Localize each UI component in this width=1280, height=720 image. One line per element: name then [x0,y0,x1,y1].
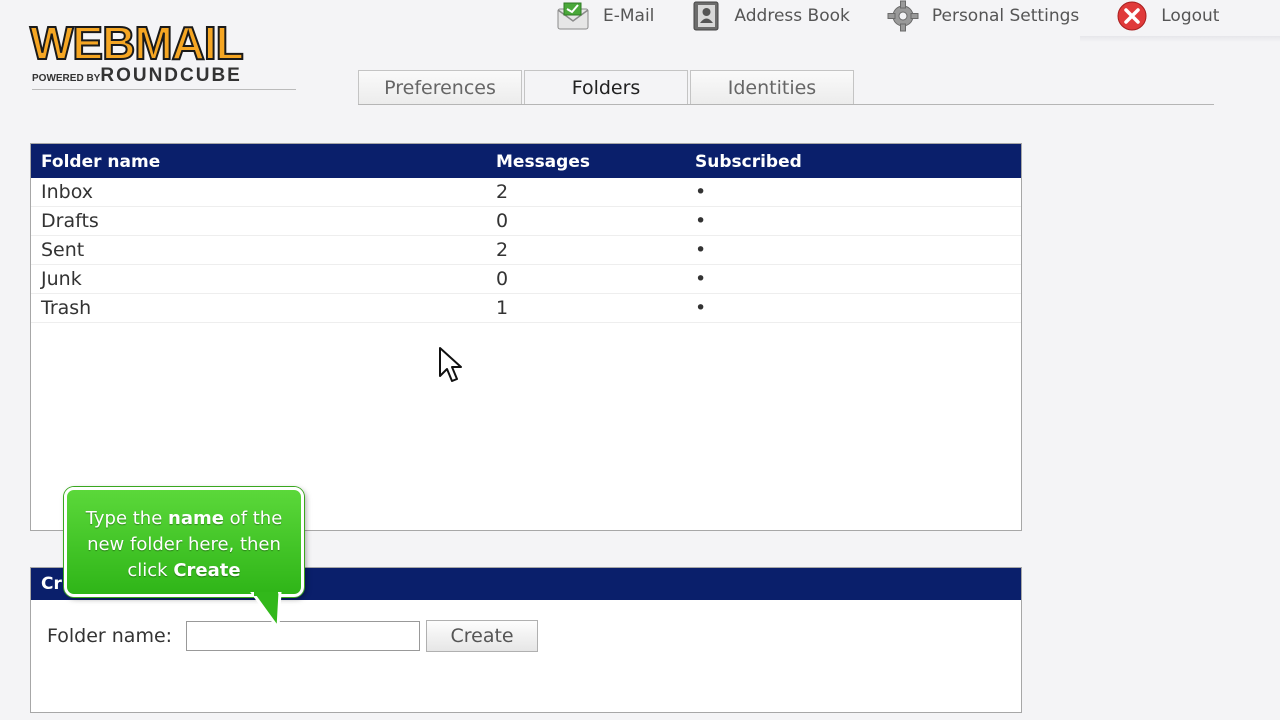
folder-table-header: Folder name Messages Subscribed [31,144,1021,178]
nav-logout[interactable]: Logout [1115,0,1219,32]
folder-name: Junk [41,268,82,290]
close-icon [1115,0,1149,32]
tutorial-callout: Type the name of the new folder here, th… [64,487,304,597]
table-row[interactable]: Inbox 2 • [31,178,1021,207]
folder-name: Sent [41,239,85,261]
folder-name: Inbox [41,181,93,203]
table-row[interactable]: Drafts 0 • [31,207,1021,236]
table-row[interactable]: Trash 1 • [31,294,1021,323]
message-count: 0 [496,210,509,232]
message-count: 2 [496,239,509,261]
callout-bold-create: Create [173,560,241,581]
nav-personal-settings-label: Personal Settings [931,6,1080,26]
column-header-subscribed: Subscribed [695,152,802,172]
gear-icon [886,0,920,33]
logo-tagline: POWERED BYROUNDCUBE [32,66,296,90]
tab-folders[interactable]: Folders [524,70,688,104]
subscribed-indicator[interactable]: • [695,210,706,232]
subscribed-indicator[interactable]: • [695,239,706,261]
table-row[interactable]: Sent 2 • [31,236,1021,265]
nav-logout-label: Logout [1161,6,1220,26]
topbar-shadow [1080,36,1280,42]
create-button[interactable]: Create [426,620,539,652]
logo-powered-by: POWERED BY [32,73,101,84]
callout-bold-name: name [168,508,224,529]
address-book-icon [690,0,722,32]
folder-name: Drafts [41,210,99,232]
subscribed-indicator[interactable]: • [695,181,706,203]
nav-personal-settings[interactable]: Personal Settings [886,0,1079,32]
column-header-messages: Messages [496,152,590,172]
mouse-cursor-icon [439,347,462,382]
subscribed-indicator[interactable]: • [695,297,706,319]
logo-wordmark: WEBMAIL [29,17,245,69]
webmail-logo: WEBMAIL POWERED BYROUNDCUBE [29,17,298,92]
tab-preferences[interactable]: Preferences [358,70,522,104]
top-navigation: E-Mail Address Book Personal Settings Lo… [555,0,1219,36]
nav-email[interactable]: E-Mail [555,0,654,32]
mail-icon [555,1,591,31]
message-count: 2 [496,181,509,203]
folder-name-label: Folder name: [47,625,173,647]
callout-pointer [250,592,282,632]
nav-address-book-label: Address Book [734,6,850,26]
folder-name: Trash [41,297,92,319]
folder-name-input[interactable] [186,621,421,651]
message-count: 1 [496,297,509,319]
logo-brand: ROUNDCUBE [100,65,242,86]
tab-divider [358,104,1214,105]
nav-address-book[interactable]: Address Book [690,0,850,32]
column-header-folder-name: Folder name [41,152,161,172]
folder-list-panel: Folder name Messages Subscribed Inbox 2 … [30,143,1022,531]
callout-text-1: Type the [85,508,169,529]
create-folder-row: Folder name: Create [47,620,539,652]
table-row[interactable]: Junk 0 • [31,265,1021,294]
nav-email-label: E-Mail [603,6,655,26]
tab-identities[interactable]: Identities [690,70,854,104]
settings-tabs: Preferences Folders Identities [358,70,856,104]
message-count: 0 [496,268,509,290]
subscribed-indicator[interactable]: • [695,268,706,290]
